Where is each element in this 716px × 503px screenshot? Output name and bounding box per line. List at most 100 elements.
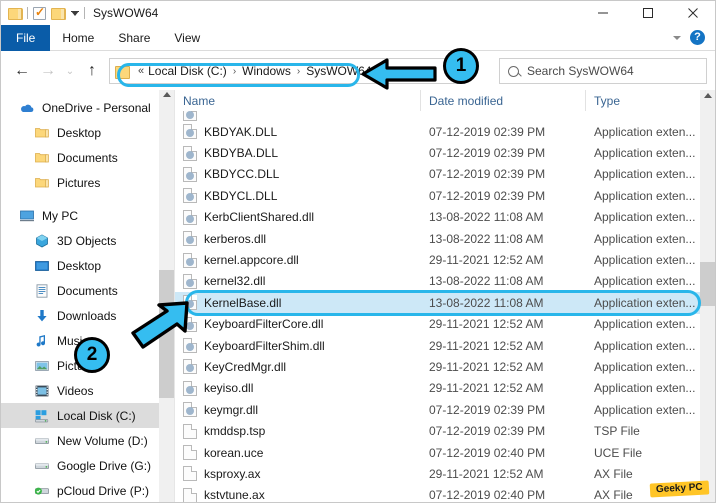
scrollbar-thumb[interactable] (700, 262, 715, 306)
file-type-cell: Application exten... (594, 188, 696, 203)
sidebar-item-onedrive[interactable]: OneDrive - Personal (1, 95, 174, 120)
sidebar-item-local-disk-c[interactable]: Local Disk (C:) (1, 403, 174, 428)
table-row[interactable]: KBDYCL.DLL 07-12-2019 02:39 PM Application… (175, 185, 715, 206)
address-bar[interactable]: « Local Disk (C:) › Windows › SysWOW64 (109, 58, 461, 84)
file-name-cell: kernel32.dll (175, 273, 421, 289)
help-icon[interactable]: ? (690, 30, 705, 45)
file-name-cell: KBDYCC.DLL (175, 166, 421, 182)
table-row[interactable]: keyiso.dll 29-11-2021 12:52 AM Application… (175, 378, 715, 399)
tab-home[interactable]: Home (50, 25, 106, 51)
column-header-date-modified[interactable]: Date modified (421, 90, 586, 111)
table-row[interactable]: kstvtune.ax 07-12-2019 02:40 PM AX File (175, 485, 715, 502)
file-list-scrollbar[interactable] (700, 90, 715, 502)
table-row[interactable]: korean.uce 07-12-2019 02:40 PM UCE File (175, 442, 715, 463)
file-name-label: KeyboardFilterShim.dll (204, 338, 325, 353)
table-row[interactable] (175, 111, 715, 121)
forward-button[interactable]: → (35, 57, 61, 85)
sidebar-item-onedrive-desktop[interactable]: Desktop (1, 120, 174, 145)
close-button[interactable] (670, 1, 715, 25)
file-date-cell: 29-11-2021 12:52 AM (429, 317, 544, 332)
file-name-cell: kernel.appcore.dll (175, 252, 421, 268)
dll-file-icon (183, 188, 197, 204)
table-row[interactable]: kernel.appcore.dll 29-11-2021 12:52 AM App… (175, 249, 715, 270)
sidebar-item-new-volume-d[interactable]: New Volume (D:) (1, 428, 174, 453)
back-button[interactable]: ← (9, 57, 35, 85)
column-header-type[interactable]: Type (586, 90, 706, 111)
chevron-down-icon[interactable] (673, 35, 681, 40)
column-header-name[interactable]: Name (175, 90, 421, 111)
sidebar-item-onedrive-pictures[interactable]: Pictures (1, 170, 174, 195)
sidebar-item-google-drive-g[interactable]: Google Drive (G:) (1, 453, 174, 478)
dll-file-icon (183, 166, 197, 182)
table-row[interactable]: KeyboardFilterCore.dll 29-11-2021 12:52 A… (175, 314, 715, 335)
sidebar-scrollbar[interactable] (159, 90, 174, 502)
sidebar-item-downloads[interactable]: Downloads (1, 303, 174, 328)
sidebar-item-music[interactable]: Music (1, 328, 174, 353)
file-name-label: KBDYBA.DLL (204, 146, 279, 161)
file-name-label: KBDYCC.DLL (204, 167, 280, 182)
file-name-label: keymgr.dll (204, 402, 259, 417)
sidebar-item-label: Documents (57, 150, 118, 165)
desktop-icon (34, 258, 50, 274)
sidebar-item-desktop[interactable]: Desktop (1, 253, 174, 278)
sidebar-item-label: My PC (42, 208, 78, 223)
sidebar-item-videos[interactable]: Videos (1, 378, 174, 403)
tab-share[interactable]: Share (106, 25, 162, 51)
file-date-cell: 29-11-2021 12:52 AM (429, 253, 544, 268)
tab-file[interactable]: File (1, 25, 51, 51)
properties-icon[interactable] (33, 5, 46, 20)
window-controls (580, 1, 715, 25)
videos-icon (34, 383, 50, 399)
table-row[interactable]: KBDYBA.DLL 07-12-2019 02:39 PM Application… (175, 142, 715, 163)
table-row[interactable]: kerberos.dll 13-08-2022 11:08 AM Applicati… (175, 228, 715, 249)
file-rows: KBDYAK.DLL 07-12-2019 02:39 PM Application… (175, 111, 715, 502)
sidebar-item-documents[interactable]: Documents (1, 278, 174, 303)
sidebar-item-onedrive-documents[interactable]: Documents (1, 145, 174, 170)
file-type-cell: Application exten... (594, 146, 696, 161)
scrollbar-thumb[interactable] (159, 270, 174, 398)
file-name-label: keyiso.dll (204, 381, 254, 396)
dll-file-icon (183, 252, 197, 268)
table-row[interactable]: kernel32.dll 13-08-2022 11:08 AM Applicati… (175, 271, 715, 292)
scroll-up-icon[interactable] (163, 92, 171, 97)
breadcrumb-item-syswow64[interactable]: SysWOW64 (306, 64, 371, 78)
sidebar-item-label: Music (57, 333, 89, 348)
table-row[interactable]: KerbClientShared.dll 13-08-2022 11:08 AM A… (175, 207, 715, 228)
table-row[interactable]: ksproxy.ax 29-11-2021 12:52 AM AX File (175, 463, 715, 484)
scroll-up-icon[interactable] (704, 93, 712, 98)
breadcrumb-item-local-disk[interactable]: Local Disk (C:) (148, 64, 227, 78)
sidebar-item-label: Documents (57, 283, 118, 298)
file-date-cell: 07-12-2019 02:40 PM (429, 445, 546, 460)
table-row[interactable]: KeyboardFilterShim.dll 29-11-2021 12:52 A… (175, 335, 715, 356)
breadcrumb-item-windows[interactable]: Windows (242, 64, 291, 78)
column-headers: Name Date modified Type (175, 90, 715, 111)
table-row[interactable]: KBDYAK.DLL 07-12-2019 02:39 PM Application… (175, 121, 715, 142)
recent-locations-button[interactable]: ⌄ (61, 57, 79, 85)
file-name-cell: KeyboardFilterCore.dll (175, 316, 421, 332)
sidebar-item-pictures[interactable]: Pictures (1, 353, 174, 378)
table-row[interactable]: KernelBase.dll 13-08-2022 11:08 AM Applica… (175, 292, 715, 314)
quick-access-toolbar[interactable] (1, 5, 85, 20)
new-folder-icon[interactable] (51, 7, 66, 20)
3d-objects-icon (34, 233, 50, 249)
customize-caret-icon[interactable] (71, 10, 79, 16)
search-input[interactable]: Search SysWOW64 (527, 64, 634, 78)
search-box[interactable]: Search SysWOW64 (499, 58, 707, 84)
sidebar-item-3d-objects[interactable]: 3D Objects (1, 228, 174, 253)
table-row[interactable]: kmddsp.tsp 07-12-2019 02:39 PM TSP File (175, 420, 715, 441)
breadcrumb-overflow-icon[interactable]: « (138, 65, 146, 77)
file-name-label: ksproxy.ax (204, 466, 261, 481)
table-row[interactable]: KBDYCC.DLL 07-12-2019 02:39 PM Application… (175, 164, 715, 185)
file-date-cell: 29-11-2021 12:52 AM (429, 381, 544, 396)
maximize-button[interactable] (625, 1, 670, 25)
sidebar-item-pcloud-drive-p[interactable]: pCloud Drive (P:) (1, 478, 174, 502)
tab-view[interactable]: View (162, 25, 212, 51)
sidebar-item-label: Desktop (57, 125, 102, 140)
downloads-icon (34, 308, 50, 324)
table-row[interactable]: KeyCredMgr.dll 29-11-2021 12:52 AM Applica… (175, 356, 715, 377)
table-row[interactable]: keymgr.dll 07-12-2019 02:39 PM Application… (175, 399, 715, 420)
sidebar-item-my-pc[interactable]: My PC (1, 203, 174, 228)
folder-icon[interactable] (8, 7, 23, 20)
up-button[interactable]: ↑ (79, 57, 105, 85)
minimize-button[interactable] (580, 1, 625, 25)
